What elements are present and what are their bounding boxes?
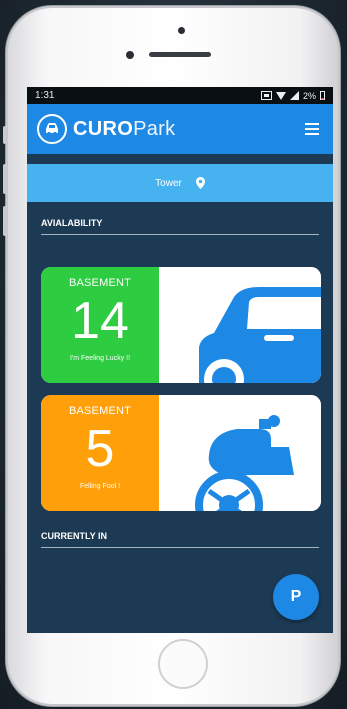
- phone-proximity-sensor: [178, 27, 185, 34]
- status-bar: 1:31 2%: [27, 87, 333, 104]
- currently-in-divider: [41, 547, 319, 548]
- phone-volume-up: [3, 164, 7, 194]
- phone-home-button[interactable]: [158, 639, 208, 689]
- parking-fab-button[interactable]: P: [273, 574, 319, 620]
- phone-side-button: [3, 126, 7, 144]
- brand-logo: CUROPark: [73, 118, 175, 141]
- wifi-icon: [275, 92, 286, 100]
- location-name: Tower: [155, 177, 182, 189]
- card-count: 5: [85, 420, 115, 478]
- phone-front-camera: [126, 51, 134, 59]
- hamburger-menu-icon[interactable]: [305, 123, 319, 135]
- logo-car-icon: [37, 114, 67, 144]
- card-bike-illustration: [159, 395, 321, 511]
- availability-card-bike[interactable]: BASEMENT 5 Felling Fool !: [41, 395, 321, 511]
- availability-divider: [41, 234, 319, 235]
- card-bike-status: BASEMENT 5 Felling Fool !: [41, 395, 159, 511]
- car-icon: [199, 287, 321, 383]
- sim-icon: [260, 91, 272, 100]
- card-subtitle: I'm Feeling Lucky !!: [69, 355, 131, 362]
- brand-light: Park: [133, 117, 176, 140]
- brand-bold: CURO: [73, 117, 134, 140]
- battery-percent: 2%: [302, 90, 316, 101]
- card-title: BASEMENT: [68, 277, 132, 289]
- card-count: 14: [71, 292, 129, 350]
- availability-heading: AVIALABILITY: [41, 218, 103, 228]
- card-car-illustration: [159, 267, 321, 383]
- currently-in-section: CURRENTLY IN: [27, 515, 333, 548]
- availability-card-car[interactable]: BASEMENT 14 I'm Feeling Lucky !!: [41, 267, 321, 383]
- card-title: BASEMENT: [68, 405, 132, 417]
- location-bar[interactable]: Tower: [27, 164, 333, 202]
- card-subtitle: Felling Fool !: [79, 483, 121, 490]
- battery-icon: [320, 91, 325, 100]
- phone-speaker: [149, 52, 211, 57]
- phone-volume-down: [3, 206, 7, 236]
- app-bar: CUROPark: [27, 104, 333, 154]
- card-car-status: BASEMENT 14 I'm Feeling Lucky !!: [41, 267, 159, 383]
- app-screen: 1:31 2% CUROPark Tower AVIALABILITY BASE…: [27, 87, 333, 633]
- motorbike-icon: [195, 415, 294, 511]
- signal-icon: [289, 91, 299, 100]
- currently-in-heading: CURRENTLY IN: [41, 531, 108, 541]
- status-time: 1:31: [35, 90, 55, 101]
- status-icons: 2%: [260, 90, 325, 101]
- location-pin-icon: [195, 177, 205, 189]
